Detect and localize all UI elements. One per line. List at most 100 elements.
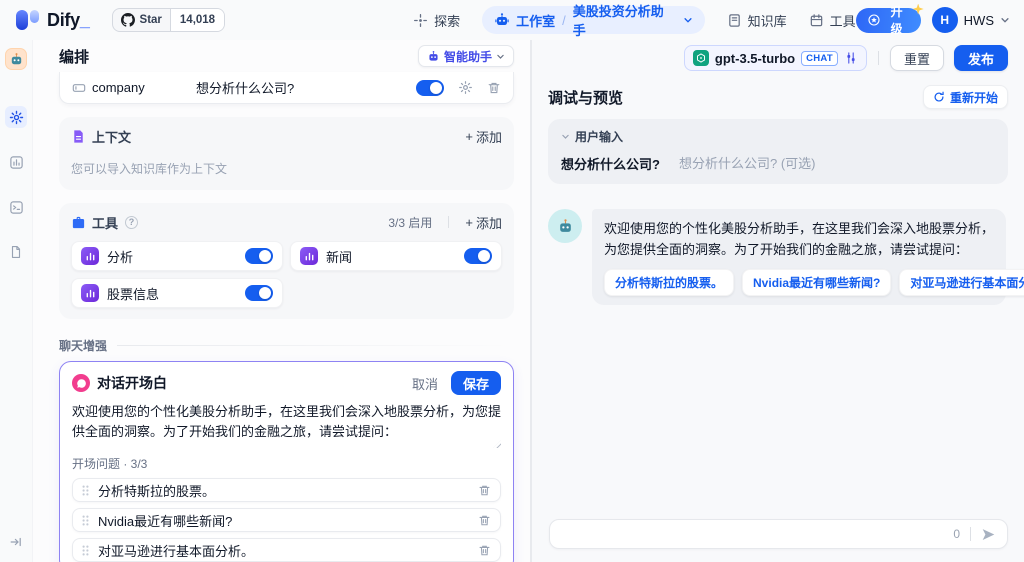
chart-icon: [81, 284, 99, 302]
variable-delete-icon[interactable]: [487, 81, 501, 95]
user-avatar: H: [932, 7, 958, 33]
suggested-question-chip[interactable]: 分析特斯拉的股票。: [604, 269, 734, 296]
dify-logo[interactable]: Dify_: [16, 9, 90, 32]
chart-icon: [300, 247, 318, 265]
context-hint: 您可以导入知识库作为上下文: [71, 160, 502, 177]
reset-button[interactable]: 重置: [890, 45, 944, 71]
rail-logs-icon[interactable]: [5, 196, 27, 218]
chevron-down-icon: [683, 15, 693, 25]
briefcase-icon: [71, 215, 86, 230]
tools-section: 工具 ? 3/3 启用 +添加 分析 新闻 股票信息: [59, 203, 514, 319]
explore-icon: [413, 13, 428, 28]
model-params-icon[interactable]: [844, 51, 858, 65]
upgrade-button[interactable]: 升级: [856, 8, 921, 33]
tool-card-analysis[interactable]: 分析: [71, 241, 283, 271]
upgrade-star-icon: [868, 14, 880, 26]
variable-card: company 想分析什么公司?: [59, 72, 514, 104]
question-delete-icon[interactable]: [478, 514, 491, 527]
model-selector[interactable]: gpt-3.5-turbo CHAT: [684, 45, 867, 71]
github-icon: [121, 13, 135, 27]
variable-field-icon: [72, 81, 86, 95]
sparkle-icon: [913, 4, 924, 15]
book-icon: [727, 13, 742, 28]
dify-logo-icon: [16, 9, 39, 32]
document-icon: [71, 129, 86, 144]
suggested-question-chip[interactable]: Nvidia最近有哪些新闻?: [742, 269, 891, 296]
app-icon[interactable]: [5, 48, 27, 70]
left-rail: [0, 40, 32, 562]
opener-textarea[interactable]: 欢迎使用您的个性化美股分析助手，在这里我们会深入地股票分析，为您提供全面的洞察。…: [72, 402, 501, 442]
tools-add-button[interactable]: +添加: [465, 213, 502, 232]
collapse-sidebar-icon[interactable]: [9, 535, 23, 549]
rail-monitoring-icon[interactable]: [5, 151, 27, 173]
account-menu[interactable]: H HWS: [932, 7, 1010, 33]
restart-button[interactable]: 重新开始: [923, 85, 1008, 109]
top-header: Dify_ Star 14,018 探索 工作室 / 美股投资分析助手 知识库 …: [0, 0, 1024, 40]
assistant-type-badge[interactable]: 智能助手: [418, 45, 514, 67]
tool-toggle[interactable]: [245, 285, 273, 301]
opening-question-row[interactable]: 对亚马逊进行基本面分析。: [72, 538, 501, 562]
assistant-message-row: 欢迎使用您的个性化美股分析助手，在这里我们会深入地股票分析，为您提供全面的洞察。…: [548, 209, 1008, 305]
nav-app-name: 美股投资分析助手: [573, 1, 677, 39]
variable-toggle[interactable]: [416, 80, 444, 96]
preview-title: 调试与预览: [548, 87, 623, 108]
rail-orchestrate-icon[interactable]: [5, 106, 27, 128]
nav-explore[interactable]: 探索: [413, 11, 460, 30]
help-icon[interactable]: ?: [125, 216, 138, 229]
tool-toggle[interactable]: [245, 248, 273, 264]
chat-input[interactable]: [561, 527, 944, 542]
star-count: 14,018: [170, 9, 224, 31]
context-add-button[interactable]: +添加: [465, 127, 502, 146]
chevron-down-icon: [496, 52, 505, 61]
save-button[interactable]: 保存: [451, 371, 501, 395]
rail-docs-icon[interactable]: [5, 241, 27, 263]
user-input-collapse[interactable]: 用户输入: [561, 128, 995, 145]
chat-input-bar: 0: [549, 519, 1008, 549]
input-field-label: 想分析什么公司?: [561, 154, 665, 173]
tools-enabled-count: 3/3 启用: [388, 214, 432, 231]
user-name: HWS: [964, 13, 994, 28]
chevron-down-icon: [1000, 15, 1010, 25]
robot-icon: [494, 12, 510, 28]
tool-toggle[interactable]: [464, 248, 492, 264]
drag-handle-icon[interactable]: [82, 515, 89, 526]
tool-card-stock-info[interactable]: 股票信息: [71, 278, 283, 308]
conversation-opener-card: 对话开场白 取消 保存 欢迎使用您的个性化美股分析助手，在这里我们会深入地股票分…: [59, 361, 514, 562]
cancel-button[interactable]: 取消: [412, 374, 438, 393]
nav-studio-label: 工作室: [516, 11, 555, 30]
company-input[interactable]: [679, 156, 995, 171]
opening-question-row[interactable]: Nvidia最近有哪些新闻?: [72, 508, 501, 532]
model-toolbar: gpt-3.5-turbo CHAT 重置 发布: [548, 40, 1008, 76]
assistant-avatar: [548, 209, 582, 243]
orchestrate-panel: 编排 智能助手 company 想分析什么公司? 上下文 +添加 您可以导入知识…: [32, 40, 531, 562]
drag-handle-icon[interactable]: [82, 485, 89, 496]
assistant-message-text: 欢迎使用您的个性化美股分析助手，在这里我们会深入地股票分析，为您提供全面的洞察。…: [604, 219, 994, 261]
preview-panel: gpt-3.5-turbo CHAT 重置 发布 调试与预览 重新开始 用户输入…: [531, 40, 1024, 562]
model-mode-tag: CHAT: [801, 51, 838, 66]
context-section: 上下文 +添加 您可以导入知识库作为上下文: [59, 117, 514, 190]
drag-handle-icon[interactable]: [82, 545, 89, 556]
publish-button[interactable]: 发布: [954, 45, 1008, 71]
opening-question-row[interactable]: 分析特斯拉的股票。: [72, 478, 501, 502]
nav-tools[interactable]: 工具: [809, 11, 856, 30]
variable-settings-icon[interactable]: [458, 80, 473, 95]
chevron-down-icon: [561, 132, 570, 141]
github-star-widget[interactable]: Star 14,018: [112, 8, 226, 32]
robot-icon: [427, 50, 440, 63]
suggested-question-chip[interactable]: 对亚马逊进行基本面分析。: [899, 269, 1024, 296]
tool-card-news[interactable]: 新闻: [290, 241, 502, 271]
chat-enhance-divider: 聊天增强: [59, 337, 514, 354]
question-delete-icon[interactable]: [478, 484, 491, 497]
refresh-icon: [933, 91, 945, 103]
nav-knowledge[interactable]: 知识库: [727, 11, 787, 30]
user-input-card: 用户输入 想分析什么公司?: [548, 119, 1008, 184]
variable-question: 想分析什么公司?: [196, 78, 294, 97]
nav-studio-pill[interactable]: 工作室 / 美股投资分析助手: [482, 6, 705, 34]
toolbox-icon: [809, 13, 824, 28]
question-delete-icon[interactable]: [478, 544, 491, 557]
opening-questions-label: 开场问题 · 3/3: [72, 455, 501, 472]
send-icon[interactable]: [981, 527, 996, 542]
assistant-message-bubble: 欢迎使用您的个性化美股分析助手，在这里我们会深入地股票分析，为您提供全面的洞察。…: [592, 209, 1006, 305]
char-count: 0: [953, 527, 960, 541]
variable-name: company: [92, 80, 196, 95]
